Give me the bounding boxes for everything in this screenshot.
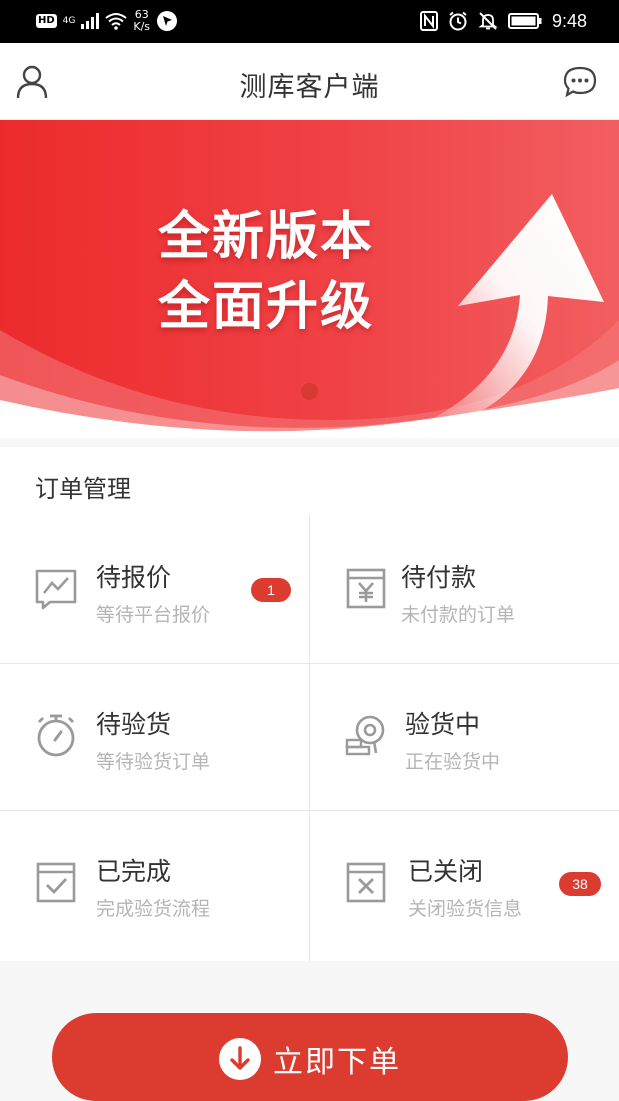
section-title: 订单管理 xyxy=(35,475,131,503)
promo-banner[interactable]: 全新版本 全面升级 xyxy=(0,120,619,438)
wifi-icon xyxy=(105,13,127,30)
signal-icon xyxy=(81,13,100,29)
order-status-title: 待报价 xyxy=(96,563,172,592)
order-pending-inspection[interactable]: 待验货 等待验货订单 xyxy=(0,663,309,810)
battery-icon xyxy=(507,13,542,29)
chart-frame-icon xyxy=(35,569,77,610)
arrow-down-circle-icon xyxy=(219,1038,261,1080)
order-status-subtitle: 等待验货订单 xyxy=(96,751,211,773)
nfc-icon xyxy=(419,11,438,31)
place-order-label: 立即下单 xyxy=(273,1045,401,1080)
banner-headline: 全新版本 全面升级 xyxy=(158,207,375,337)
bottom-action-area: 立即下单 xyxy=(0,961,619,1101)
network-type: 4G xyxy=(62,16,76,26)
mute-icon xyxy=(478,12,498,30)
order-status-title: 已关闭 xyxy=(408,857,484,886)
order-status-title: 验货中 xyxy=(405,710,481,739)
order-status-subtitle: 等待平台报价 xyxy=(96,604,211,626)
order-status-title: 待验货 xyxy=(96,710,172,739)
count-badge: 38 xyxy=(559,872,601,896)
count-badge: 1 xyxy=(251,578,291,602)
network-speed: 63 K/s xyxy=(133,8,151,33)
check-box-icon xyxy=(36,862,76,903)
close-box-icon xyxy=(346,862,386,903)
inspection-icon xyxy=(345,715,385,756)
alarm-icon xyxy=(449,11,467,31)
order-completed[interactable]: 已完成 完成验货流程 xyxy=(0,810,309,957)
order-status-title: 待付款 xyxy=(401,563,477,592)
stopwatch-icon xyxy=(37,714,75,757)
place-order-button[interactable]: 立即下单 xyxy=(52,1013,568,1101)
order-status-title: 已完成 xyxy=(96,857,172,886)
top-navbar: 测库客户端 xyxy=(0,43,619,120)
order-closed[interactable]: 已关闭 关闭验货信息 38 xyxy=(310,810,619,957)
order-status-subtitle: 未付款的订单 xyxy=(401,604,516,626)
order-pending-payment[interactable]: 待付款 未付款的订单 xyxy=(310,516,619,663)
clock: 9:48 xyxy=(551,10,587,31)
carousel-dot-active[interactable] xyxy=(301,383,318,400)
yuan-box-icon xyxy=(346,568,386,609)
order-pending-quote[interactable]: 待报价 等待平台报价 1 xyxy=(0,516,309,663)
order-status-subtitle: 正在验货中 xyxy=(405,751,501,773)
status-bar: HD 4G 63 K/s 9:48 xyxy=(0,0,619,43)
order-status-subtitle: 关闭验货信息 xyxy=(408,898,523,920)
chat-bubble-icon[interactable] xyxy=(563,65,597,99)
page-title: 测库客户端 xyxy=(239,72,380,103)
order-inspecting[interactable]: 验货中 正在验货中 xyxy=(310,663,619,810)
location-icon xyxy=(157,11,178,31)
order-management-section: 订单管理 待报价 等待平台报价 1 待付款 未付款的订单 待验货 等待验货订单 … xyxy=(0,447,619,961)
order-status-subtitle: 完成验货流程 xyxy=(96,898,211,920)
hd-badge: HD xyxy=(36,14,57,28)
